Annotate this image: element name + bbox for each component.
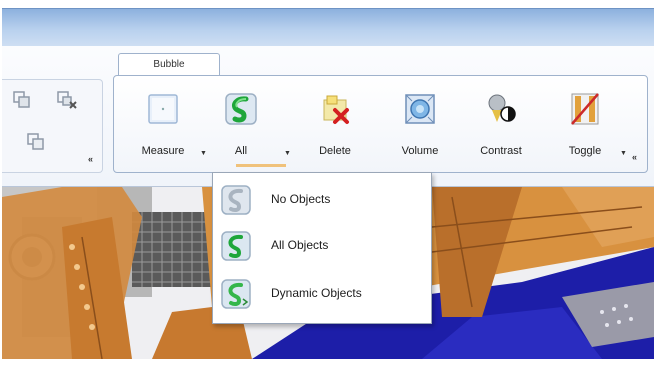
toggle-icon bbox=[571, 93, 599, 125]
no-objects-icon bbox=[221, 185, 251, 215]
bottom-margin bbox=[0, 359, 658, 374]
toggle-dropdown-arrow[interactable]: ▼ bbox=[620, 150, 627, 157]
all-dropdown-menu: No Objects All Objects Dynamic Objects bbox=[212, 172, 432, 324]
measure-button[interactable]: Measure ▼ bbox=[128, 92, 207, 166]
contrast-button[interactable]: Contrast bbox=[466, 92, 536, 166]
application-window: Bubble « Measure ▼ All ▼ Delete Volume C… bbox=[0, 0, 658, 374]
all-objects-icon bbox=[225, 93, 257, 125]
dynamic-objects-icon bbox=[221, 279, 251, 309]
menu-item-dynamic-objects-label: Dynamic Objects bbox=[271, 286, 362, 300]
clip-remove-icon[interactable] bbox=[56, 90, 78, 110]
delete-label: Delete bbox=[319, 145, 351, 157]
menu-item-dynamic-objects[interactable]: Dynamic Objects bbox=[219, 277, 425, 311]
all-objects-icon bbox=[221, 231, 251, 261]
group-launcher-main[interactable]: « bbox=[632, 152, 637, 162]
ribbon-group-left: « bbox=[2, 79, 103, 173]
volume-button[interactable]: Volume bbox=[385, 92, 455, 166]
volume-label: Volume bbox=[401, 145, 439, 157]
contrast-icon bbox=[488, 94, 516, 122]
all-button[interactable]: All ▼ bbox=[206, 92, 291, 166]
delete-icon bbox=[323, 95, 349, 124]
measure-icon bbox=[148, 94, 178, 124]
tab-bubble[interactable]: Bubble bbox=[118, 53, 220, 76]
menu-item-no-objects[interactable]: No Objects bbox=[219, 183, 425, 217]
clip-select-icon[interactable] bbox=[12, 90, 32, 110]
toggle-label: Toggle bbox=[568, 145, 602, 157]
all-label: All bbox=[234, 145, 248, 157]
menu-item-all-objects[interactable]: All Objects bbox=[219, 229, 425, 263]
menu-item-all-objects-label: All Objects bbox=[271, 238, 329, 252]
all-button-active-indicator bbox=[236, 164, 286, 167]
measure-label: Measure bbox=[141, 145, 185, 157]
window-titlebar bbox=[2, 8, 654, 47]
toggle-button[interactable]: Toggle ▼ bbox=[550, 92, 627, 166]
group-launcher-left[interactable]: « bbox=[88, 154, 93, 164]
menu-item-no-objects-label: No Objects bbox=[271, 192, 331, 206]
contrast-label: Contrast bbox=[480, 145, 522, 157]
volume-icon bbox=[405, 94, 435, 124]
delete-button[interactable]: Delete bbox=[300, 92, 370, 166]
clip-copy-icon[interactable] bbox=[26, 132, 46, 152]
all-dropdown-arrow[interactable]: ▼ bbox=[284, 150, 291, 157]
